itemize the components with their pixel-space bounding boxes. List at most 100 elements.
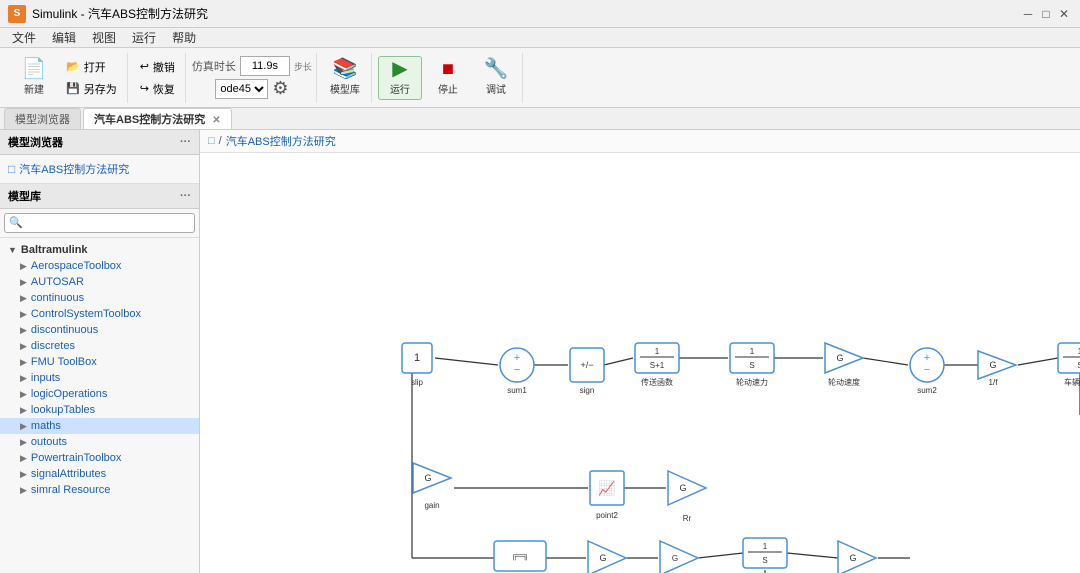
search-input[interactable] <box>4 213 195 233</box>
tree-item-autosar[interactable]: ▶ AUTOSAR <box>0 274 199 290</box>
tree-item-arrow: ▶ <box>20 341 27 352</box>
library-more-icon[interactable]: ··· <box>180 190 191 202</box>
tree-item-fmu[interactable]: ▶ FMU ToolBox <box>0 354 199 370</box>
tree-item-maths[interactable]: ▶ maths <box>0 418 199 434</box>
tree-item-lookup[interactable]: ▶ lookupTables <box>0 402 199 418</box>
open-save-group: 📂 打开 💾 另存为 <box>60 57 123 99</box>
tree-item-label: AUTOSAR <box>31 276 84 288</box>
save-button[interactable]: 💾 另存为 <box>60 79 123 99</box>
tree-item-arrow: ▶ <box>20 357 27 368</box>
tabs-bar: 模型浏览器 汽车ABS控制方法研究 ✕ <box>0 108 1080 130</box>
tree-item-discretes[interactable]: ▶ discretes <box>0 338 199 354</box>
tree-item-arrow: ▶ <box>20 309 27 320</box>
breadcrumb-link[interactable]: 汽车ABS控制方法研究 <box>226 133 336 149</box>
tab-browser[interactable]: 模型浏览器 <box>4 108 81 129</box>
svg-text:−: − <box>514 364 520 376</box>
redo-label: 恢复 <box>153 81 175 97</box>
tree-root-simulink[interactable]: ▼ Baltramulink <box>0 242 199 258</box>
menu-help[interactable]: 帮助 <box>164 27 204 48</box>
run-icon: ▶ <box>392 59 407 79</box>
tree-root-label: Baltramulink <box>21 244 88 256</box>
tree-item-control[interactable]: ▶ ControlSystemToolbox <box>0 306 199 322</box>
sidebar-more-icon[interactable]: ··· <box>180 136 191 148</box>
svg-text:gain: gain <box>424 501 439 510</box>
tree-item-label: AerospaceToolbox <box>31 260 122 272</box>
simulink-diagram[interactable]: 1 slip + − sum1 +/− sign 1 S+1 传送函数 <box>200 153 1080 573</box>
svg-text:G: G <box>836 353 843 363</box>
menu-view[interactable]: 视图 <box>84 27 124 48</box>
svg-text:S: S <box>749 361 754 370</box>
tree-item-label: inputs <box>31 372 60 384</box>
open-label: 打开 <box>84 59 106 75</box>
svg-text:1: 1 <box>750 347 755 356</box>
titlebar-controls: ─ □ ✕ <box>1020 6 1072 22</box>
svg-text:S+1: S+1 <box>650 361 665 370</box>
svg-text:G: G <box>672 554 678 563</box>
toolbar-file-group: 📄 新建 📂 打开 💾 另存为 <box>8 53 128 103</box>
tree-item-powertrain[interactable]: ▶ PowertrainToolbox <box>0 450 199 466</box>
svg-text:1/f: 1/f <box>989 378 999 387</box>
tree-item-arrow: ▶ <box>20 485 27 496</box>
tree-item-aerospace[interactable]: ▶ AerospaceToolbox <box>0 258 199 274</box>
tree-item-label: lookupTables <box>31 404 95 416</box>
new-button[interactable]: 📄 新建 <box>12 56 56 100</box>
tree-item-continuous[interactable]: ▶ continuous <box>0 290 199 306</box>
tree-item-label: discretes <box>31 340 75 352</box>
save-label: 另存为 <box>84 81 117 97</box>
library-icon: 📚 <box>332 59 357 79</box>
toolbar-sim-time-group: 仿真时长 步长 ode45 ⚙ <box>188 53 317 103</box>
new-icon: 📄 <box>22 59 47 79</box>
menu-file[interactable]: 文件 <box>4 27 44 48</box>
menu-edit[interactable]: 编辑 <box>44 27 84 48</box>
tree-item-outouts[interactable]: ▶ outouts <box>0 434 199 450</box>
sidebar-title: 模型浏览器 <box>8 134 63 150</box>
svg-text:1: 1 <box>655 347 660 356</box>
svg-text:slip: slip <box>411 378 424 387</box>
menu-run[interactable]: 运行 <box>124 27 164 48</box>
tree-item-signal[interactable]: ▶ signalAttributes <box>0 466 199 482</box>
solver-select[interactable]: ode45 <box>215 79 268 99</box>
tree-item-arrow: ▶ <box>20 373 27 384</box>
tree-item-arrow: ▶ <box>20 437 27 448</box>
debug-label: 调试 <box>486 81 506 96</box>
titlebar-left: S Simulink - 汽车ABS控制方法研究 <box>8 5 208 23</box>
svg-text:G: G <box>424 473 431 483</box>
library-button[interactable]: 📚 模型库 <box>323 56 367 100</box>
sim-time-input[interactable] <box>240 56 290 76</box>
run-button[interactable]: ▶ 运行 <box>378 56 422 100</box>
maximize-button[interactable]: □ <box>1038 6 1054 22</box>
close-button[interactable]: ✕ <box>1056 6 1072 22</box>
svg-text:sum2: sum2 <box>917 386 937 395</box>
debug-button[interactable]: 🔧 调试 <box>474 56 518 100</box>
stop-button[interactable]: ■ 停止 <box>426 56 470 100</box>
minimize-button[interactable]: ─ <box>1020 6 1036 22</box>
sidebar-nav-item[interactable]: □ 汽车ABS控制方法研究 <box>8 159 191 179</box>
tree-item-inputs[interactable]: ▶ inputs <box>0 370 199 386</box>
tree-item-discontinuous[interactable]: ▶ discontinuous <box>0 322 199 338</box>
toolbar-run-group: ▶ 运行 ■ 停止 🔧 调试 <box>374 53 523 103</box>
svg-text:+/−: +/− <box>580 360 593 370</box>
svg-text:+: + <box>924 352 930 364</box>
tree-item-logic[interactable]: ▶ logicOperations <box>0 386 199 402</box>
redo-button[interactable]: ↪ 恢复 <box>134 79 181 99</box>
tree-item-label: ControlSystemToolbox <box>31 308 141 320</box>
tree-item-simral[interactable]: ▶ simral Resource <box>0 482 199 498</box>
tab-abs[interactable]: 汽车ABS控制方法研究 ✕ <box>83 108 232 129</box>
save-icon: 💾 <box>66 82 80 95</box>
tree-item-arrow: ▶ <box>20 277 27 288</box>
library-tree: ▼ Baltramulink ▶ AerospaceToolbox ▶ AUTO… <box>0 238 199 502</box>
svg-text:sum1: sum1 <box>507 386 527 395</box>
tree-item-label: logicOperations <box>31 388 107 400</box>
sidebar: 模型浏览器 ··· □ 汽车ABS控制方法研究 模型库 ··· ▼ Baltra… <box>0 130 200 573</box>
settings-icon[interactable]: ⚙ <box>272 78 288 99</box>
model-icon: □ <box>8 162 15 176</box>
undo-button[interactable]: ↩ 撤销 <box>134 57 181 77</box>
breadcrumb: □ / 汽车ABS控制方法研究 <box>200 130 1080 153</box>
tree-item-label: simral Resource <box>31 484 110 496</box>
svg-text:S: S <box>762 556 767 565</box>
open-button[interactable]: 📂 打开 <box>60 57 123 77</box>
nav-item-label: 汽车ABS控制方法研究 <box>19 161 129 177</box>
breadcrumb-separator: / <box>219 135 222 147</box>
menubar: 文件 编辑 视图 运行 帮助 <box>0 28 1080 48</box>
tab-close-icon[interactable]: ✕ <box>212 115 220 126</box>
